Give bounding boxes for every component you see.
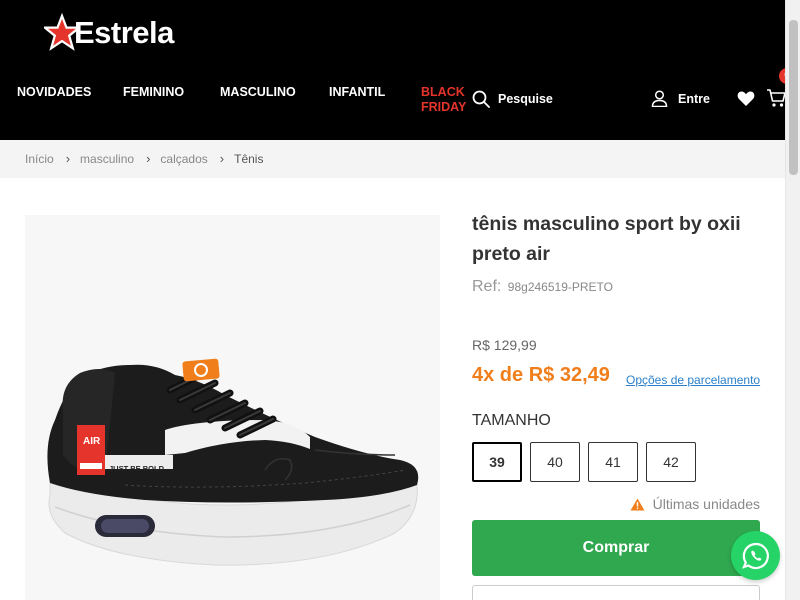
warning-icon [630, 498, 645, 510]
nav-item-novidades[interactable]: NOVIDADES [17, 85, 91, 99]
sneaker-stripe-label: JUST BE BOLD [109, 464, 165, 473]
site-header: Estrela NOVIDADES FEMININO MASCULINO INF… [0, 0, 795, 140]
breadcrumb-current: Tênis [234, 151, 264, 166]
search-icon [472, 90, 490, 108]
sneaker-air-label: AIR [83, 436, 101, 447]
breadcrumb-link-masculino[interactable]: masculino [80, 152, 134, 166]
product-image[interactable]: AIR JUST BE BOLD [25, 215, 440, 600]
breadcrumb-bar: Início › masculino › calçados › Tênis [0, 140, 785, 178]
black-friday-line2: FRIDAY [421, 100, 467, 114]
user-icon [651, 90, 668, 107]
chevron-right-icon: › [146, 151, 151, 166]
search-label: Pesquise [498, 92, 553, 106]
installments-options-link[interactable]: Opções de parcelamento [626, 373, 760, 387]
main-nav: NOVIDADES FEMININO MASCULINO INFANTIL BL… [0, 84, 470, 124]
stock-warning: Últimas unidades [630, 496, 760, 512]
breadcrumb-link-calcados[interactable]: calçados [160, 152, 207, 166]
product-ref: Ref: 98g246519-PRETO [472, 278, 613, 296]
scrollbar-thumb[interactable] [789, 20, 798, 175]
buy-button[interactable]: Comprar [472, 520, 760, 576]
page-scrollbar[interactable] [785, 0, 800, 600]
secondary-action-button[interactable] [472, 585, 760, 600]
black-friday-line1: BLACK [421, 85, 465, 99]
wishlist-heart-icon[interactable] [737, 90, 755, 107]
search-button[interactable]: Pesquise [472, 90, 553, 108]
brand-name: Estrela [74, 15, 174, 50]
breadcrumb-link-inicio[interactable]: Início [25, 152, 54, 166]
whatsapp-button[interactable] [731, 531, 780, 580]
ref-code: 98g246519-PRETO [507, 280, 613, 294]
nav-item-infantil[interactable]: INFANTIL [329, 85, 385, 99]
product-price: R$ 129,99 [472, 337, 537, 353]
nav-item-feminino[interactable]: FEMININO [123, 85, 184, 99]
stock-warning-text: Últimas unidades [652, 496, 760, 512]
brand-logo[interactable]: Estrela [44, 12, 174, 54]
installments-price: 4x de R$ 32,49 [472, 364, 610, 386]
nav-item-masculino[interactable]: MASCULINO [220, 85, 296, 99]
product-title: tênis masculino sport by oxii preto air [472, 213, 741, 265]
breadcrumb: Início › masculino › calçados › Tênis [25, 151, 263, 166]
nav-item-black-friday[interactable]: BLACK FRIDAY [421, 85, 466, 115]
chevron-right-icon: › [65, 151, 71, 166]
size-option-39[interactable]: 39 [472, 442, 522, 482]
chevron-right-icon: › [219, 151, 225, 166]
size-option-40[interactable]: 40 [530, 442, 580, 482]
sneaker-image [47, 358, 419, 566]
size-option-41[interactable]: 41 [588, 442, 638, 482]
whatsapp-icon [741, 542, 769, 569]
account-label: Entre [678, 91, 710, 106]
cart-icon[interactable] [766, 88, 786, 108]
size-selector: 39 40 41 42 [472, 442, 704, 482]
size-option-42[interactable]: 42 [646, 442, 696, 482]
account-button[interactable]: Entre [651, 90, 710, 107]
ref-label: Ref: [472, 278, 502, 295]
size-label: TAMANHO [472, 412, 551, 429]
